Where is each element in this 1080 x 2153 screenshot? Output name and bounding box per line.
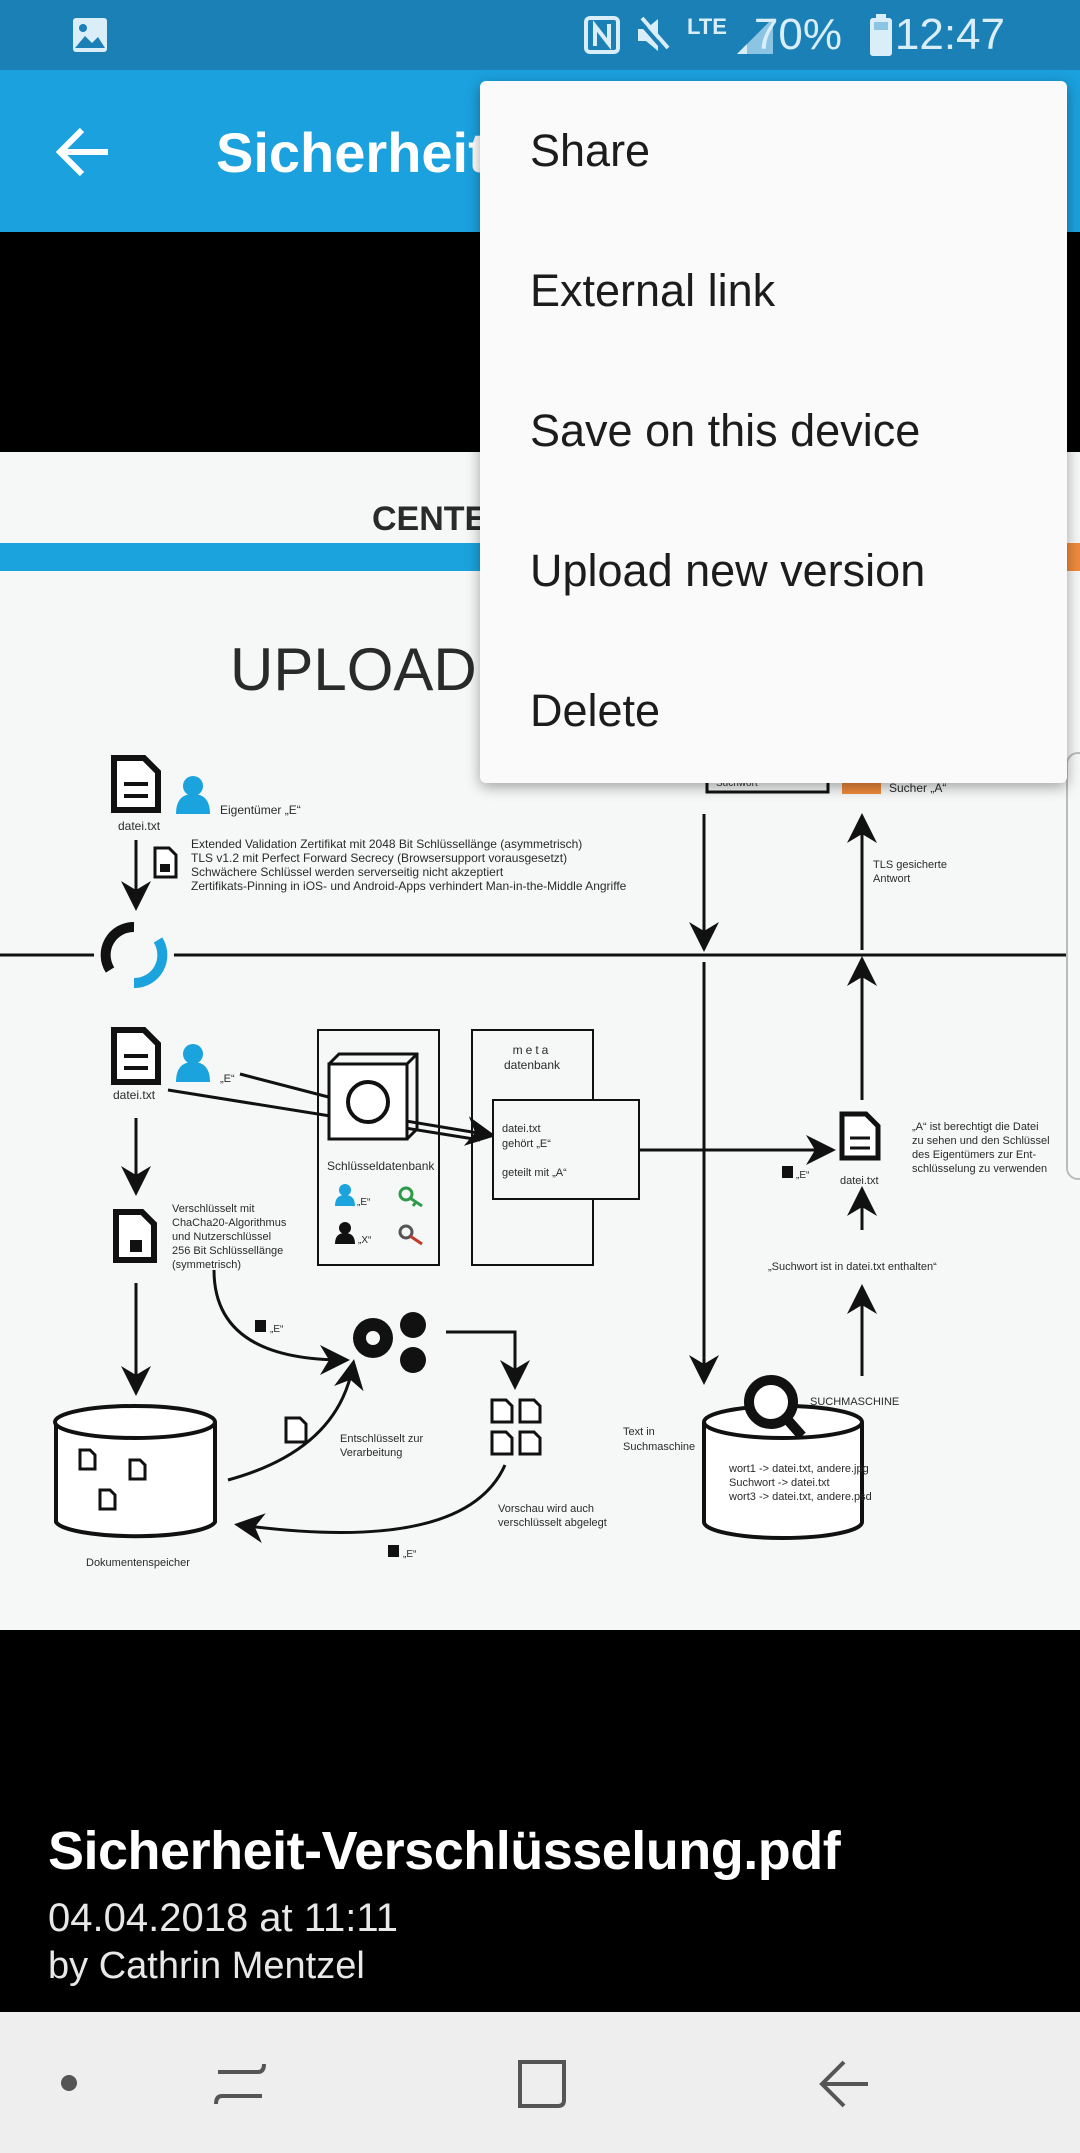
encrypted-line: Verschlüsselt mit — [172, 1203, 255, 1215]
battery-icon — [870, 14, 892, 56]
file-icon — [284, 1416, 308, 1444]
file-icon — [111, 1027, 161, 1085]
e-label: „E“ — [270, 1324, 283, 1335]
owner-label: Eigentümer „E“ — [220, 803, 301, 817]
tls-answer: Antwort — [873, 873, 910, 885]
preview-line: verschlüsselt abgelegt — [498, 1517, 607, 1529]
permission-line: des Eigentümers zur Ent- — [912, 1149, 1036, 1161]
meta-label: datenbank — [504, 1058, 561, 1072]
menu-item-external-link[interactable]: External link — [480, 221, 1067, 361]
storage-label: Dokumentenspeicher — [86, 1557, 190, 1569]
x-label: „X“ — [358, 1235, 371, 1246]
recent-apps-icon[interactable] — [212, 2056, 268, 2112]
e-label: „E“ — [357, 1197, 370, 1208]
key-icon — [398, 1186, 423, 1208]
key-icon — [398, 1224, 423, 1246]
locked-file-icon — [113, 1209, 157, 1263]
user-icon — [176, 1044, 210, 1082]
file-date: 04.04.2018 at 11:11 — [48, 1896, 398, 1940]
meta-line: gehört „E“ — [502, 1138, 551, 1150]
encrypted-line: (symmetrisch) — [172, 1259, 241, 1271]
file-label: datei.txt — [113, 1088, 156, 1102]
decrypted-line: Verarbeitung — [340, 1447, 402, 1459]
status-bar: LTE 70% 12:47 — [0, 0, 1080, 70]
meta-label: meta — [513, 1043, 552, 1057]
gears-icon — [353, 1312, 426, 1373]
file-author: by Cathrin Mentzel — [48, 1945, 365, 1987]
encrypted-line: und Nutzerschlüssel — [172, 1231, 271, 1243]
encrypted-line: 256 Bit Schlüssellänge — [172, 1245, 283, 1257]
locked-file-icon — [153, 846, 178, 879]
e-label: „E“ — [220, 1073, 235, 1085]
battery-percent: 70% — [753, 10, 842, 59]
back-icon[interactable] — [816, 2056, 872, 2112]
searcher-label: Sucher „A“ — [889, 781, 946, 795]
encrypted-line: ChaCha20-Algorithmus — [172, 1217, 287, 1229]
file-icon — [111, 755, 161, 813]
image-icon — [73, 18, 107, 52]
menu-item-delete[interactable]: Delete — [480, 641, 1067, 781]
file-label: datei.txt — [840, 1175, 879, 1187]
storage-cylinder — [53, 1404, 217, 1539]
meta-line: geteilt mit „A“ — [502, 1167, 567, 1179]
overflow-menu: Share External link Save on this device … — [480, 81, 1067, 783]
fast-scroll-handle[interactable] — [1066, 752, 1080, 1180]
doc-heading: UPLOAD — [230, 636, 477, 703]
file-icon — [839, 1111, 881, 1161]
file-info: Sicherheit-Verschlüsselung.pdf 04.04.201… — [48, 1820, 841, 1988]
permission-line: zu sehen und den Schlüssel — [912, 1135, 1050, 1147]
preview-line: Vorschau wird auch — [498, 1503, 594, 1515]
tls-line: TLS v1.2 mit Perfect Forward Secrecy (Br… — [191, 851, 567, 865]
file-label: datei.txt — [118, 819, 161, 833]
nfc-icon — [584, 16, 620, 54]
decrypted-line: Entschlüsselt zur — [340, 1433, 423, 1445]
search-engine-label: SUCHMASCHINE — [810, 1396, 899, 1408]
user-icon — [176, 776, 210, 814]
menu-item-share[interactable]: Share — [480, 81, 1067, 221]
tls-line: Zertifikats-Pinning in iOS- und Android-… — [191, 879, 627, 893]
dot-icon[interactable] — [59, 2073, 79, 2093]
tls-line: Extended Validation Zertifikat mit 2048 … — [191, 837, 582, 851]
e-label: „E“ — [403, 1549, 416, 1560]
text-in-line: Suchmaschine — [623, 1441, 695, 1453]
menu-item-save-on-device[interactable]: Save on this device — [480, 361, 1067, 501]
meta-line: datei.txt — [502, 1123, 541, 1135]
tls-answer: TLS gesicherte — [873, 859, 947, 871]
tls-line: Schwächere Schlüssel werden serverseitig… — [191, 865, 504, 879]
index-line: Suchwort -> datei.txt — [729, 1477, 830, 1489]
lte-icon: LTE — [687, 14, 727, 39]
file-name: Sicherheit-Verschlüsselung.pdf — [48, 1821, 841, 1881]
permission-line: schlüsselung zu verwenden — [912, 1163, 1047, 1175]
mute-icon — [636, 16, 670, 54]
key-safe-icon — [327, 1052, 419, 1141]
clock: 12:47 — [894, 10, 1005, 59]
e-label: „E“ — [796, 1170, 809, 1181]
navigation-bar — [0, 2012, 1080, 2153]
index-line: wort1 -> datei.txt, andere.jpg — [728, 1463, 869, 1475]
text-in-line: Text in — [623, 1426, 655, 1438]
arrow-left-icon[interactable] — [52, 120, 116, 184]
menu-item-upload-new-version[interactable]: Upload new version — [480, 501, 1067, 641]
sync-icon — [94, 915, 174, 995]
contains-label: „Suchwort ist in datei.txt enthalten“ — [768, 1261, 937, 1273]
key-db-label: Schlüsseldatenbank — [327, 1159, 435, 1173]
permission-line: „A“ ist berechtigt die Datei — [912, 1121, 1039, 1133]
index-line: wort3 -> datei.txt, andere.psd — [728, 1491, 872, 1503]
files-icon — [490, 1398, 542, 1456]
doc-header: CENTE — [372, 500, 487, 538]
home-icon[interactable] — [514, 2056, 570, 2112]
